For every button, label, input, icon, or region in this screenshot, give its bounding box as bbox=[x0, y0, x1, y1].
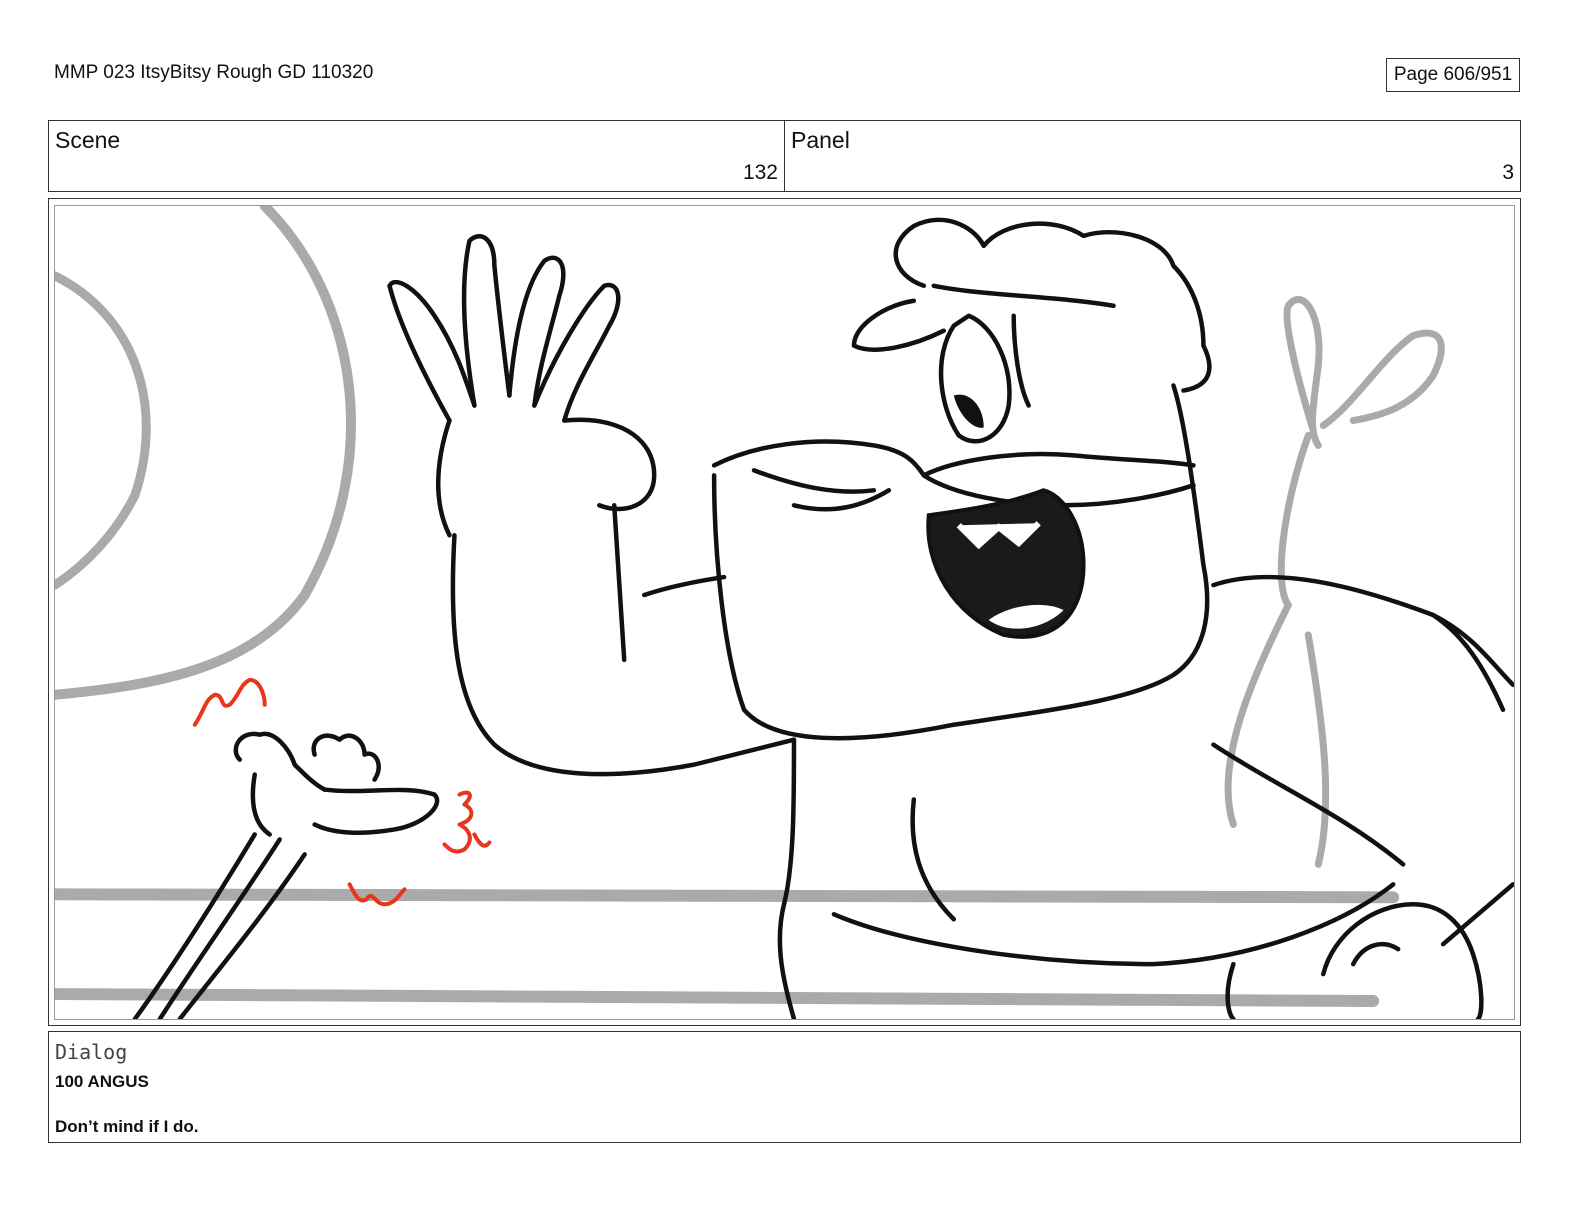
scene-number: 132 bbox=[742, 161, 778, 184]
scene-label: Scene bbox=[55, 127, 121, 153]
document-title: MMP 023 ItsyBitsy Rough GD 110320 bbox=[54, 62, 374, 83]
page-number: Page 606/951 bbox=[1386, 58, 1520, 92]
background-sketch bbox=[55, 206, 1445, 1008]
panel-label: Panel bbox=[791, 127, 850, 153]
sketch-illustration bbox=[55, 206, 1514, 1019]
dialog-line: Don’t mind if I do. bbox=[55, 1117, 199, 1136]
pupil bbox=[953, 394, 984, 428]
scene-cell: Scene 132 bbox=[49, 121, 785, 191]
panel-cell: Panel 3 bbox=[785, 121, 1520, 191]
storyboard-drawing bbox=[54, 205, 1515, 1020]
scene-panel-header: Scene 132 Panel 3 bbox=[48, 120, 1521, 192]
dialog-label: Dialog bbox=[55, 1040, 128, 1064]
storyboard-frame bbox=[48, 198, 1521, 1026]
dialog-speaker: 100 ANGUS bbox=[55, 1072, 149, 1091]
dialog-box: Dialog 100 ANGUS Don’t mind if I do. bbox=[48, 1031, 1521, 1143]
panel-number: 3 bbox=[1502, 161, 1514, 184]
